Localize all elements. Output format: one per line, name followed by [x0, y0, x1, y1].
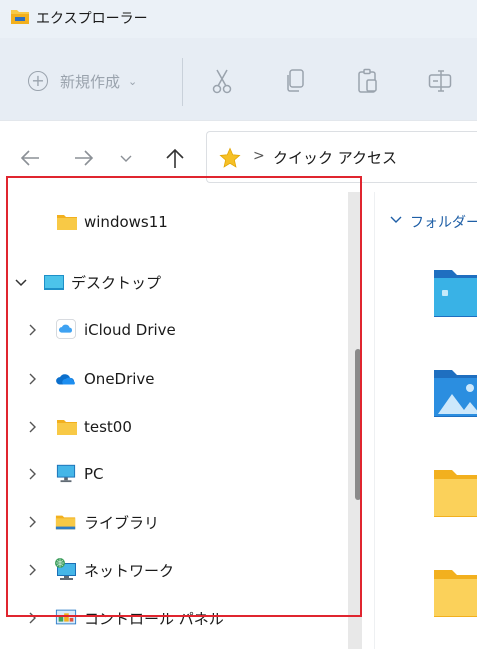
explorer-app-icon	[11, 10, 29, 24]
up-arrow-icon[interactable]	[164, 147, 186, 169]
chevron-down-icon: ⌄	[128, 74, 138, 88]
explorer-window: エクスプローラー + 新規作成 ⌄ > クイック アクセス windows11 …	[0, 0, 477, 649]
star-icon	[219, 147, 241, 168]
folder-tile-icon[interactable]	[434, 566, 477, 618]
cut-icon[interactable]	[210, 68, 234, 94]
new-button[interactable]: + 新規作成 ⌄	[28, 68, 137, 94]
annotation-highlight-box	[6, 176, 362, 617]
desktop-folder-tile-icon[interactable]	[434, 266, 477, 318]
breadcrumb-quick-access[interactable]: クイック アクセス	[273, 147, 397, 168]
title-bar: エクスプローラー	[0, 0, 477, 38]
chevron-down-icon[interactable]	[390, 214, 402, 226]
paste-icon[interactable]	[356, 68, 380, 94]
folder-tile-icon[interactable]	[434, 466, 477, 518]
group-header-folders[interactable]: フォルダー	[410, 212, 477, 232]
forward-arrow-icon[interactable]	[73, 147, 95, 169]
back-arrow-icon[interactable]	[19, 147, 41, 169]
command-bar: + 新規作成 ⌄	[0, 38, 477, 120]
rename-icon[interactable]	[428, 68, 452, 94]
window-title: エクスプローラー	[36, 11, 148, 27]
copy-icon[interactable]	[284, 68, 308, 94]
breadcrumb-separator[interactable]: >	[253, 148, 265, 164]
new-button-label: 新規作成	[60, 72, 121, 91]
content-pane: フォルダー	[366, 192, 477, 649]
command-separator	[182, 58, 183, 106]
recent-locations-chevron-icon[interactable]	[118, 147, 134, 169]
pane-divider	[374, 192, 375, 649]
pictures-folder-tile-icon[interactable]	[434, 366, 477, 418]
plus-circle-icon: +	[28, 71, 48, 91]
